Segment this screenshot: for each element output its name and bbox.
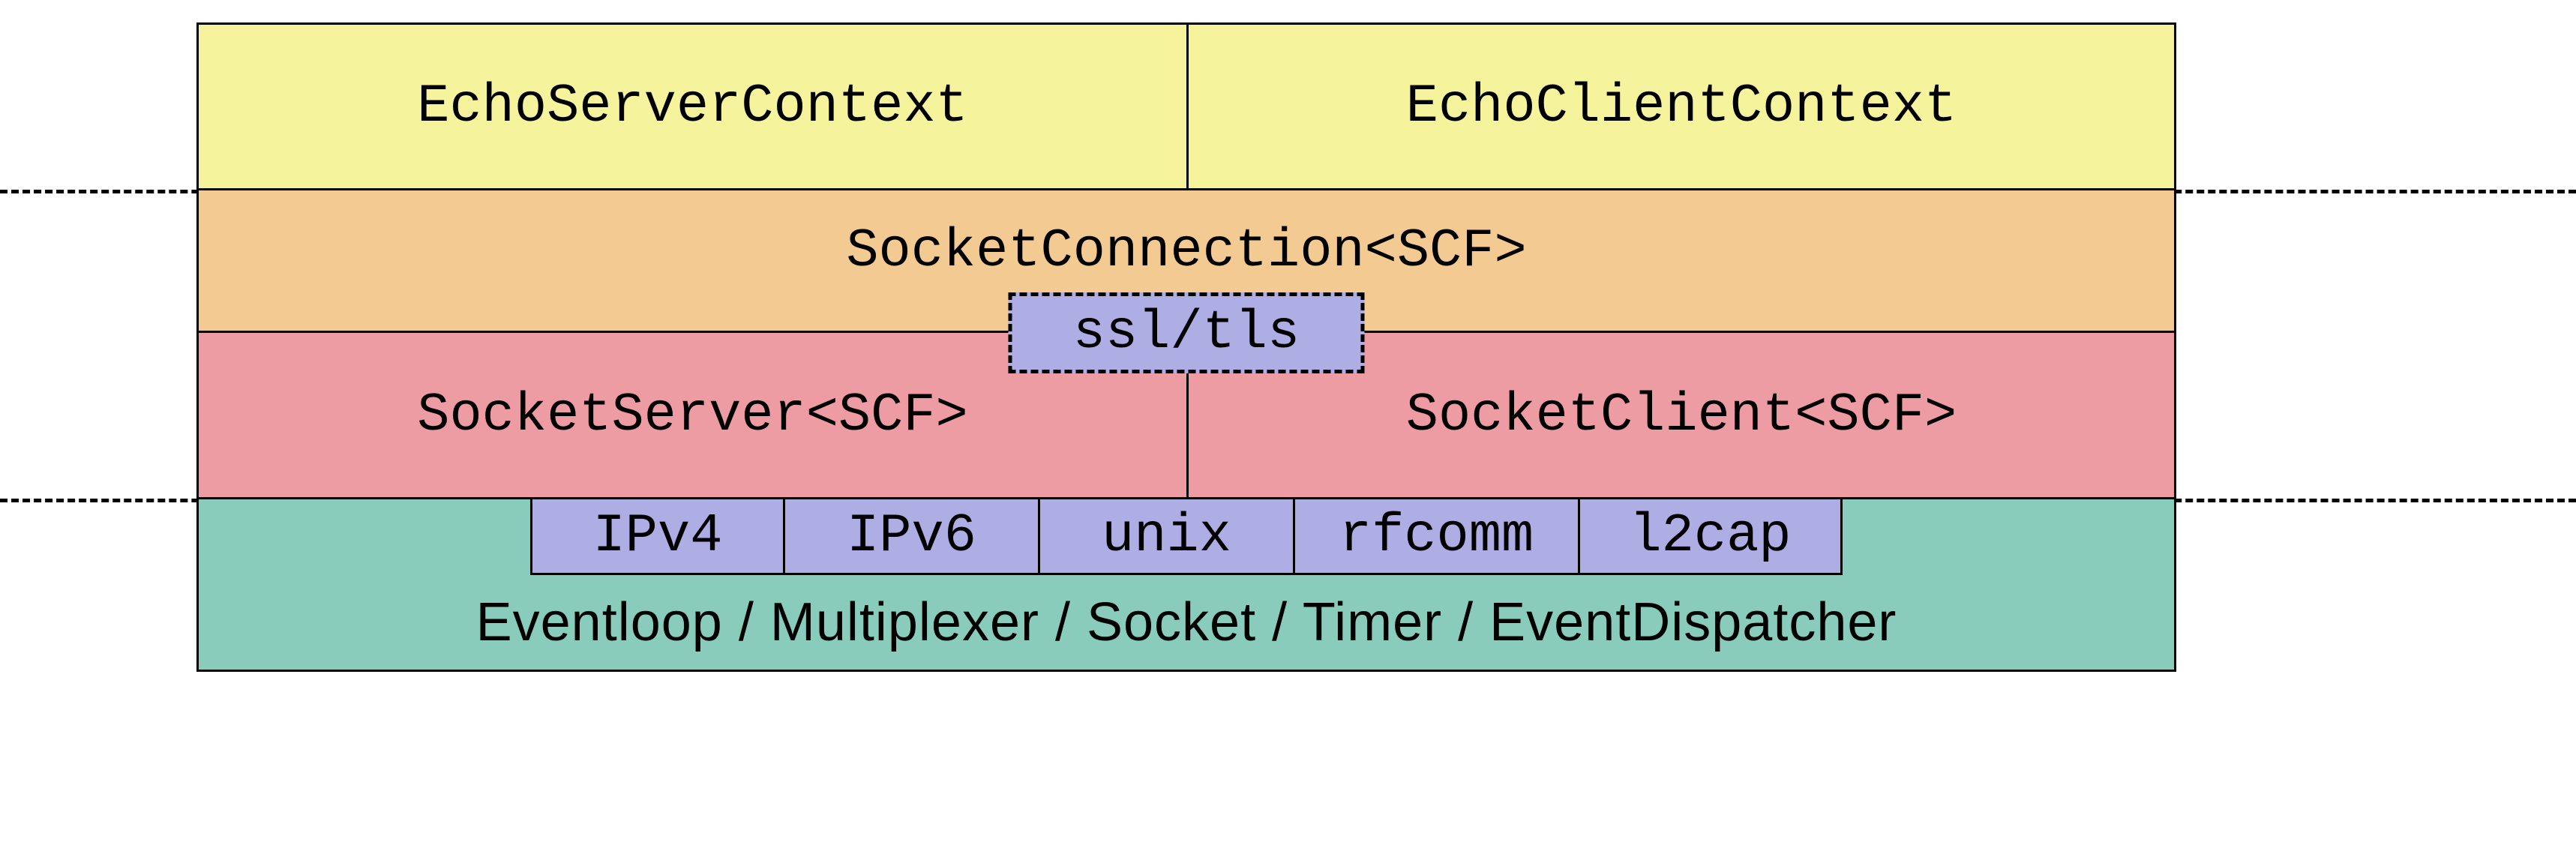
box-echo-client-context: EchoClientContext (1186, 25, 2174, 188)
box-ssl-tls: ssl/tls (1009, 292, 1365, 373)
protocol-ipv4: IPv4 (530, 497, 785, 575)
protocol-rfcomm: rfcomm (1295, 497, 1580, 575)
layer-diagram: EchoServerContext EchoClientContext Sock… (196, 22, 2176, 672)
row-base: IPv4 IPv6 unix rfcomm l2cap Eventloop / … (196, 499, 2176, 672)
row-contexts: EchoServerContext EchoClientContext (196, 22, 2176, 190)
protocol-strip: IPv4 IPv6 unix rfcomm l2cap (199, 499, 2174, 575)
protocol-l2cap: l2cap (1580, 497, 1843, 575)
protocol-ipv6: IPv6 (785, 497, 1040, 575)
protocol-unix: unix (1040, 497, 1295, 575)
box-echo-server-context: EchoServerContext (199, 25, 1186, 188)
base-label: Eventloop / Multiplexer / Socket / Timer… (199, 575, 2174, 670)
